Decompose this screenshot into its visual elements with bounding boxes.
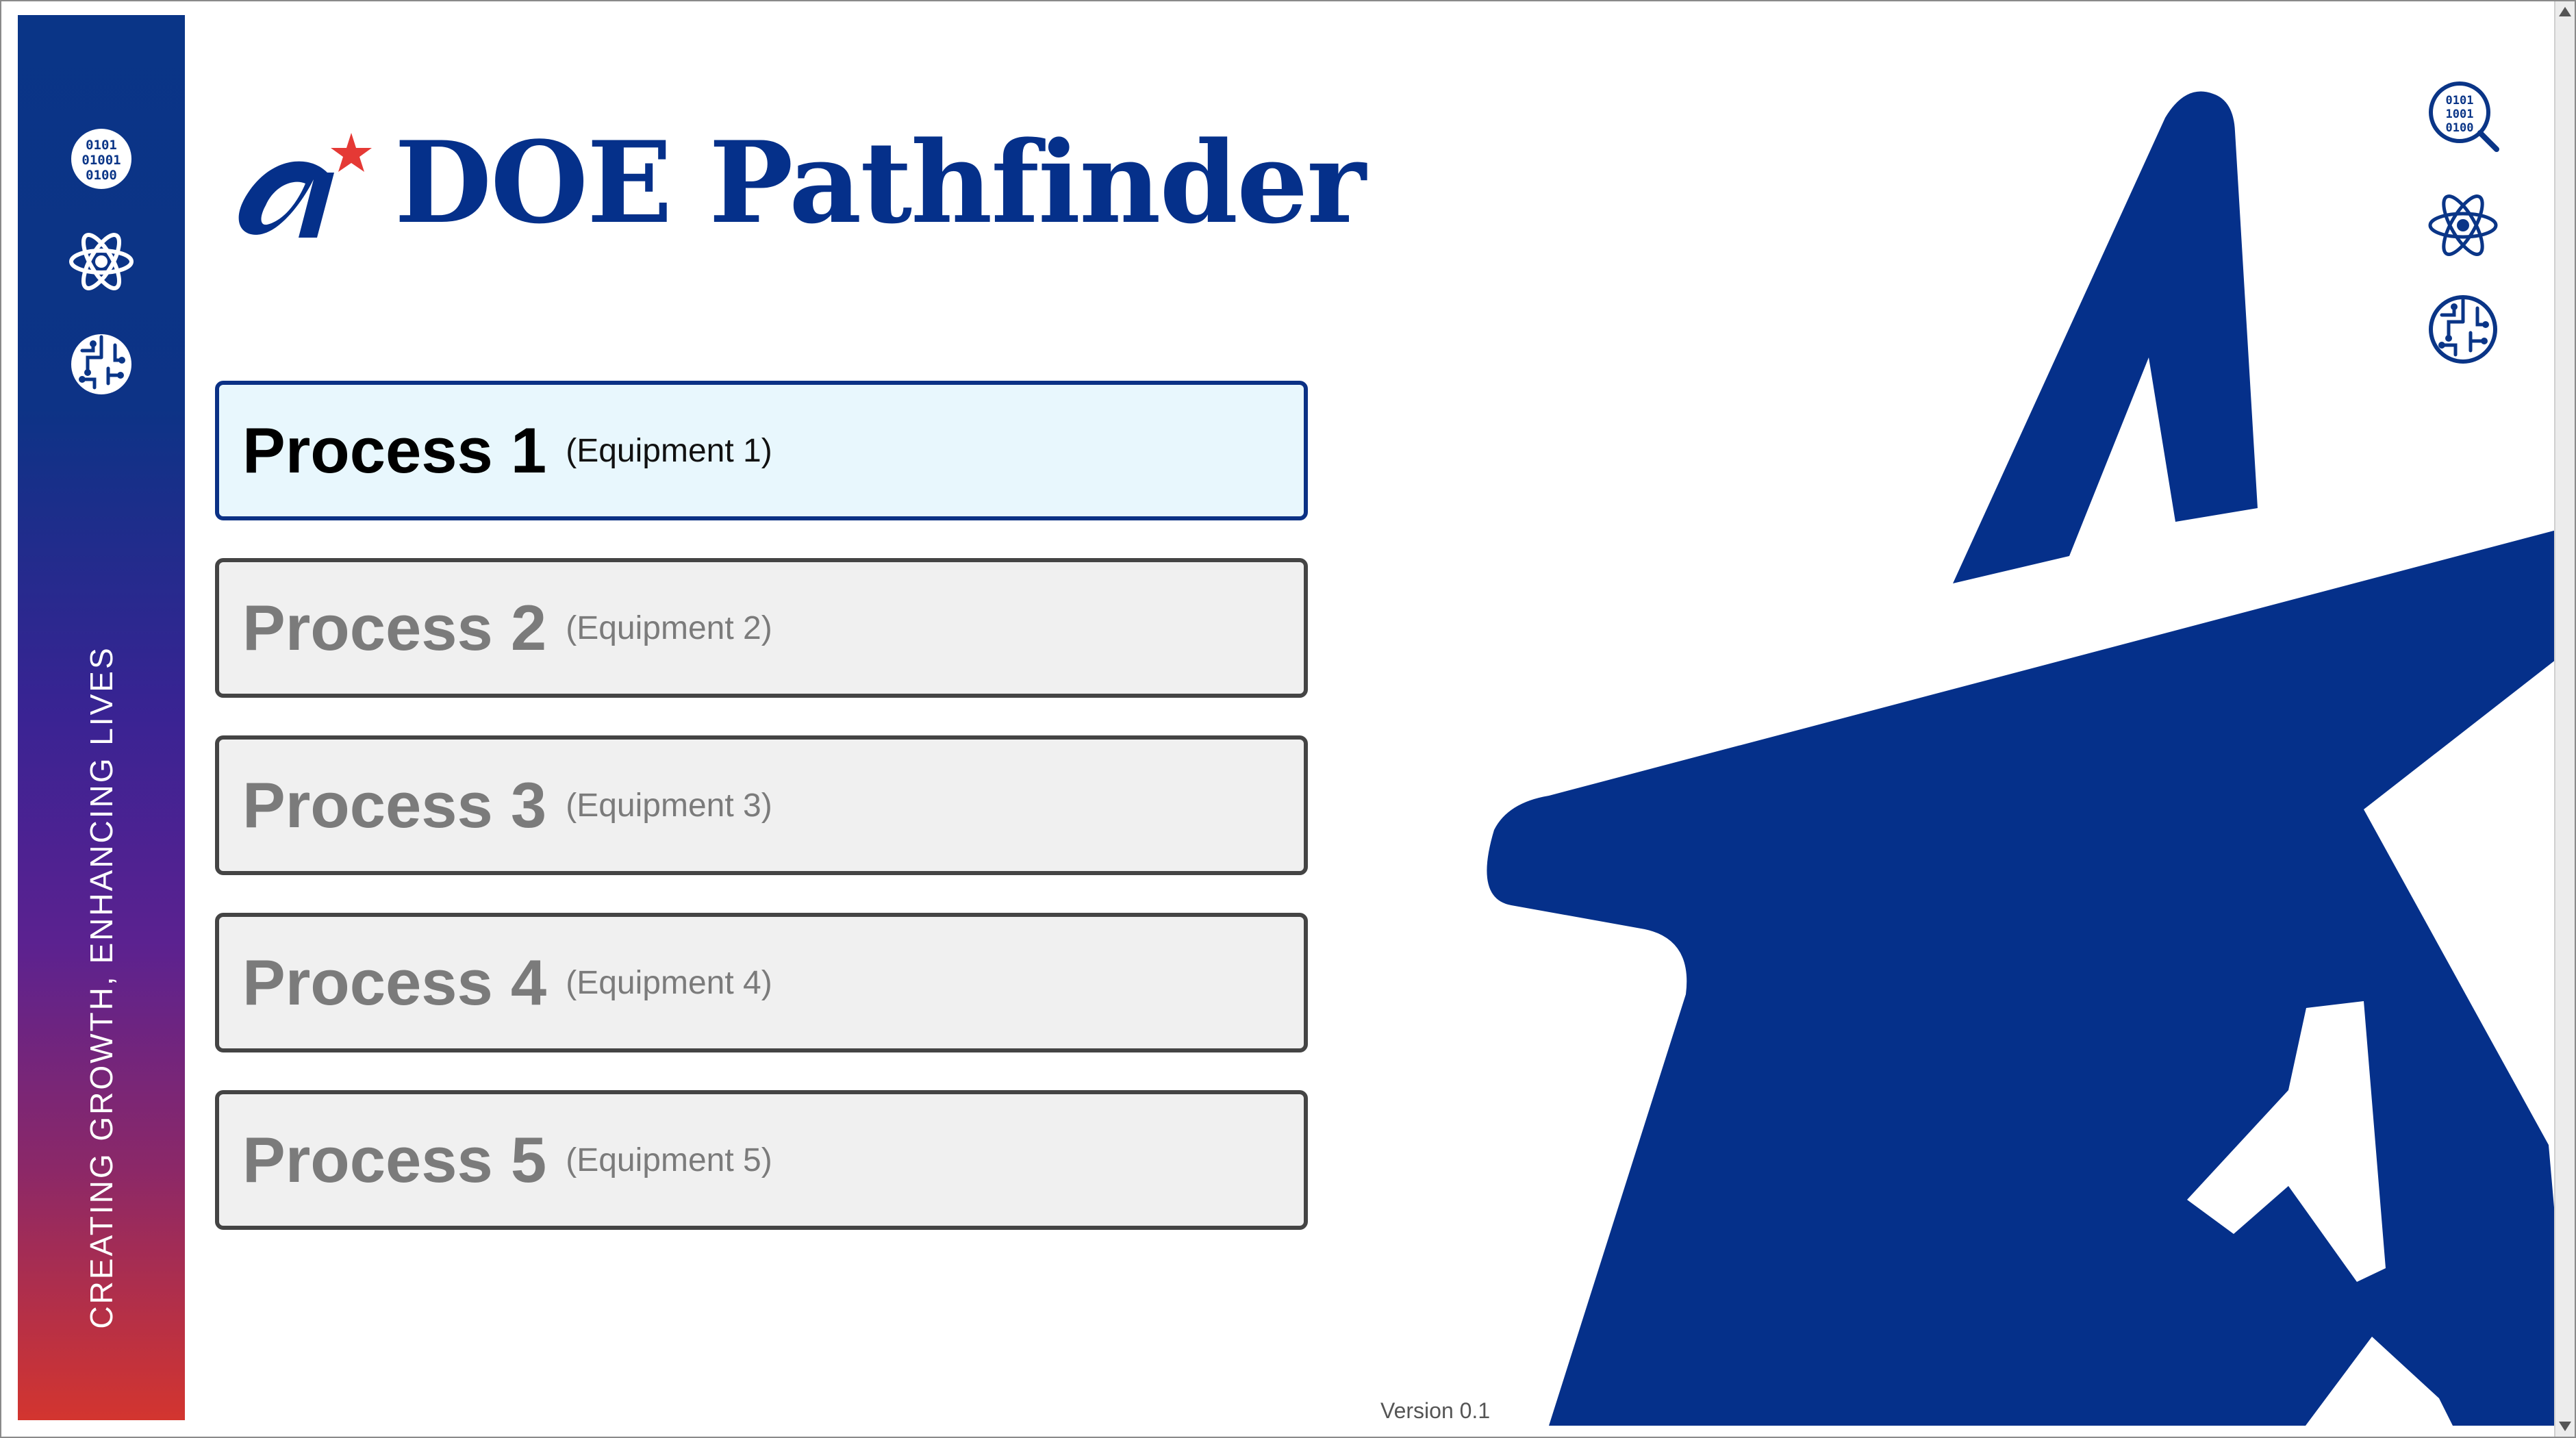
process-button-1[interactable]: Process 1 (Equipment 1) [215,381,1308,520]
atom-icon[interactable] [67,227,136,296]
binary-code-icon[interactable]: 0101 01001 0100 [67,125,136,193]
process-name: Process 2 [242,592,547,664]
app-window: 0101 01001 0100 CREATING GROWTH, ENHANCI… [0,0,2576,1438]
scroll-down-icon[interactable] [2559,1422,2571,1431]
scroll-up-icon[interactable] [2559,7,2571,16]
process-equipment: (Equipment 2) [566,609,772,646]
star-logo-graphic [1487,91,2575,1426]
app-title: DOE Pathfinder [394,116,1366,249]
svg-text:1001: 1001 [2446,108,2474,121]
process-name: Process 3 [242,769,547,841]
atom-icon[interactable] [2425,188,2501,263]
process-equipment: (Equipment 3) [566,787,772,824]
process-list: Process 1 (Equipment 1) Process 2 (Equip… [215,381,1308,1267]
svg-text:0100: 0100 [2446,121,2474,135]
svg-text:0100: 0100 [86,168,117,183]
svg-text:01001: 01001 [81,153,121,168]
circuit-brain-icon[interactable] [67,330,136,399]
circuit-brain-icon[interactable] [2425,292,2501,367]
sidebar: 0101 01001 0100 CREATING GROWTH, ENHANCI… [18,15,185,1420]
logo-a-star-icon [238,133,372,238]
version-label: Version 0.1 [1380,1398,1491,1423]
tagline: CREATING GROWTH, ENHANCING LIVES [84,646,119,1329]
process-button-2[interactable]: Process 2 (Equipment 2) [215,558,1308,698]
process-button-4[interactable]: Process 4 (Equipment 4) [215,913,1308,1052]
app-logo: DOE Pathfinder [225,118,1366,248]
svg-text:0101: 0101 [2446,94,2474,108]
svg-text:0101: 0101 [86,138,117,153]
process-button-3[interactable]: Process 3 (Equipment 3) [215,735,1308,875]
process-button-5[interactable]: Process 5 (Equipment 5) [215,1090,1308,1230]
vertical-scrollbar[interactable] [2554,1,2575,1437]
binary-search-icon[interactable]: 0101 1001 0100 [2425,78,2501,153]
process-equipment: (Equipment 4) [566,964,772,1001]
process-name: Process 5 [242,1124,547,1196]
process-name: Process 1 [242,414,547,486]
process-name: Process 4 [242,946,547,1018]
process-equipment: (Equipment 5) [566,1141,772,1178]
process-equipment: (Equipment 1) [566,432,772,469]
